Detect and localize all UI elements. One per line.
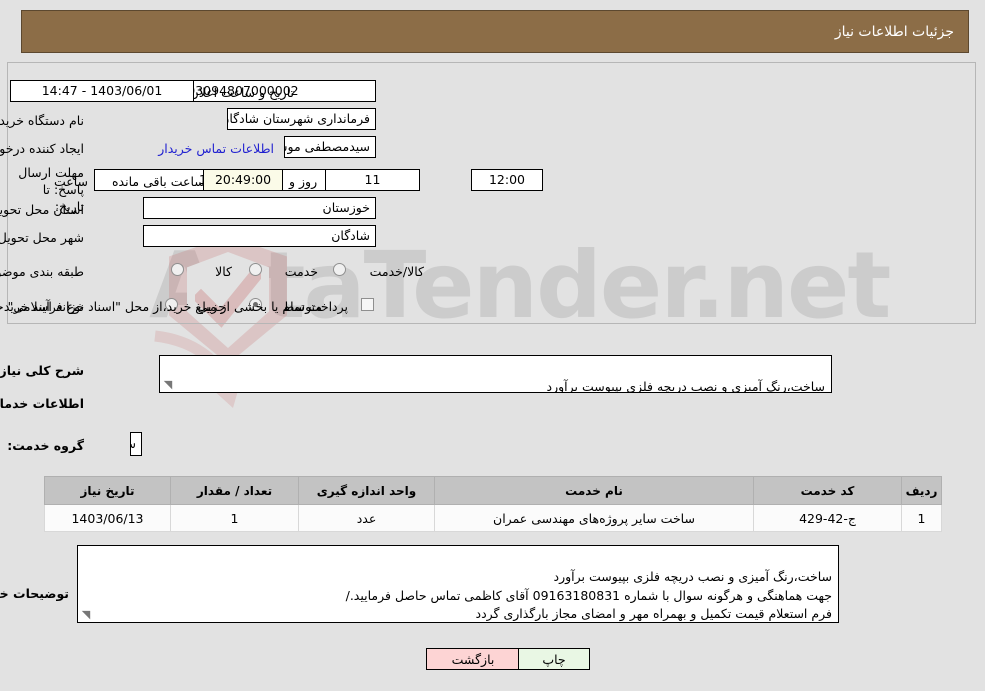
requester-value: سیدمصطفی موسوی کاربرداز فرمانداری شهرستا…: [285, 136, 377, 158]
category-option-kala-khedmat[interactable]: کالا/خدمت: [371, 264, 425, 281]
cell-quantity: 1: [171, 504, 300, 532]
buyer-org-label: نام دستگاه خریدار:: [0, 113, 85, 128]
treasury-note-checkbox[interactable]: [362, 298, 375, 311]
back-button[interactable]: بازگشت: [427, 648, 521, 670]
treasury-note-text: پرداخت تمام یا بخشی از مبلغ خرید،از محل …: [0, 299, 349, 314]
buyer-notes-value: ساخت،رنگ آمیزی و نصب دریچه فلزی بپیوست ب…: [346, 568, 833, 622]
deadline-remaining-label: ساعت باقی مانده: [113, 174, 206, 189]
table-header-row: ردیف کد خدمت نام خدمت واحد اندازه گیری ت…: [45, 476, 943, 505]
requester-label: ایجاد کننده درخواست:: [0, 141, 85, 156]
th-quantity: تعداد / مقدار: [171, 476, 300, 505]
deadline-days: 11: [326, 169, 421, 191]
cell-row-index: 1: [902, 504, 943, 532]
category-radio-khedmat[interactable]: [250, 263, 263, 276]
need-description-textarea[interactable]: ساخت،رنگ آمیزی و نصب دریچه فلزی بپیوست ب…: [160, 355, 833, 393]
buyer-notes-label: توضیحات خریدار:: [0, 586, 70, 601]
cell-need-date: 1403/06/13: [45, 504, 172, 532]
buyer-contact-link[interactable]: اطلاعات تماس خریدار: [159, 141, 275, 158]
buyer-notes-textarea[interactable]: ساخت،رنگ آمیزی و نصب دریچه فلزی بپیوست ب…: [78, 545, 840, 623]
print-button[interactable]: چاپ: [519, 648, 591, 670]
resize-grip-icon-notes[interactable]: ◥: [81, 609, 93, 621]
deadline-time: 12:00: [472, 169, 544, 191]
buyer-org-value: فرمانداری شهرستان شادگان: [228, 108, 377, 130]
items-table: ردیف کد خدمت نام خدمت واحد اندازه گیری ت…: [45, 476, 943, 532]
need-description-value: ساخت،رنگ آمیزی و نصب دریچه فلزی بپیوست ب…: [547, 378, 826, 393]
category-radio-kala[interactable]: [172, 263, 185, 276]
deadline-days-label: روز و: [290, 174, 319, 189]
th-need-date: تاریخ نیاز: [45, 476, 172, 505]
city-label: شهر محل تحویل:: [0, 230, 85, 245]
table-row: 1 ج-42-429 ساخت سایر پروژه‌های مهندسی عم…: [45, 504, 943, 532]
th-unit: واحد اندازه گیری: [299, 476, 436, 505]
public-announce-value: 1403/06/01 - 14:47: [11, 80, 195, 102]
deadline-countdown: 20:49:00: [204, 169, 284, 191]
category-label: طبقه بندی موضوعی:: [0, 264, 85, 279]
category-option-kala[interactable]: کالا: [216, 264, 233, 281]
page-title: جزئیات اطلاعات نیاز: [835, 24, 955, 40]
need-description-label: شرح کلی نیاز:: [0, 363, 85, 378]
page-root: ArtaTender.net جزئیات اطلاعات نیاز شماره…: [0, 0, 985, 691]
page-header: جزئیات اطلاعات نیاز: [22, 10, 970, 53]
category-radio-kala-khedmat[interactable]: [334, 263, 347, 276]
service-group-value: ساختمان: [131, 432, 143, 456]
services-section-heading: اطلاعات خدمات مورد نیاز: [0, 396, 85, 411]
province-label: استان محل تحویل:: [0, 202, 85, 217]
cell-unit: عدد: [299, 504, 436, 532]
cell-service-name: ساخت سایر پروژه‌های مهندسی عمران: [435, 504, 755, 532]
th-row-index: ردیف: [902, 476, 943, 505]
city-value: شادگان: [144, 225, 377, 247]
province-value: خوزستان: [144, 197, 377, 219]
cell-service-code: ج-42-429: [754, 504, 903, 532]
service-group-label: گروه خدمت:: [8, 438, 85, 453]
th-service-code: کد خدمت: [754, 476, 903, 505]
th-service-name: نام خدمت: [435, 476, 755, 505]
category-option-khedmat[interactable]: خدمت: [286, 264, 319, 281]
resize-grip-icon[interactable]: ◥: [163, 379, 175, 391]
